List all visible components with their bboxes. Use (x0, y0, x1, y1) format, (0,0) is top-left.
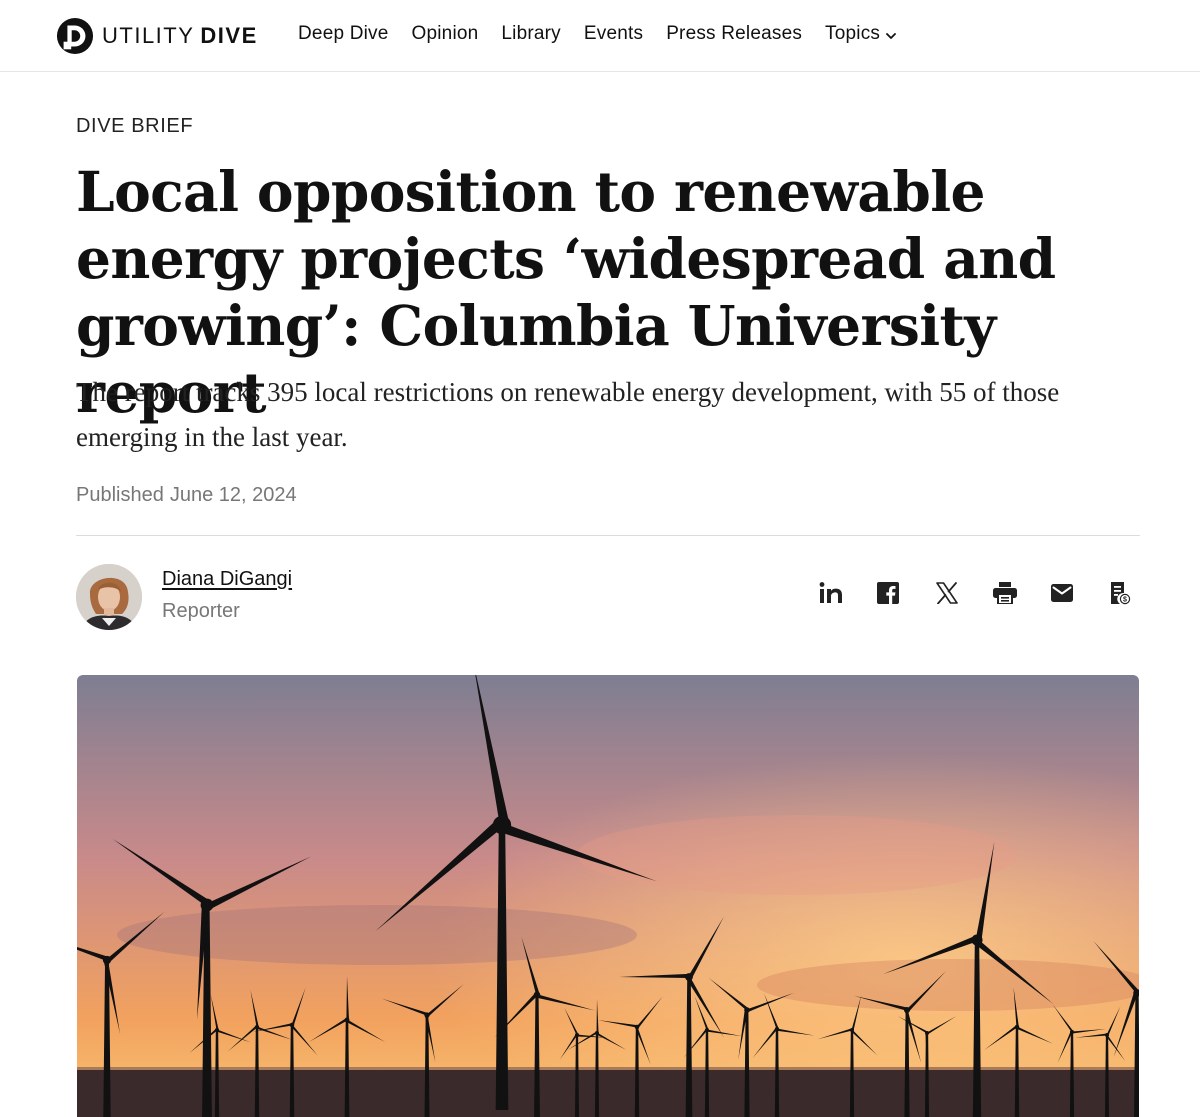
turbine-hub (850, 1028, 854, 1032)
facebook-icon (877, 582, 899, 604)
turbine-hub (200, 898, 214, 912)
chevron-down-icon (886, 32, 897, 39)
turbine-hub (215, 1028, 219, 1032)
linkedin-icon (819, 582, 842, 603)
share-x-button[interactable] (932, 578, 962, 608)
nav-item-opinion[interactable]: Opinion (412, 23, 479, 45)
turbine-hub (634, 1024, 640, 1030)
nav-item-topics-dropdown[interactable]: Topics (825, 23, 897, 45)
article-kicker: DIVE BRIEF (76, 115, 194, 137)
svg-text:$: $ (1123, 597, 1127, 604)
turbine-hub (1070, 1030, 1074, 1034)
x-icon (936, 582, 958, 604)
author-photo (76, 564, 142, 630)
nav-item-topics-label: Topics (825, 23, 881, 44)
turbine-hub (533, 991, 541, 999)
turbine-hub (595, 1031, 599, 1035)
turbine-hub (685, 973, 693, 981)
wind-turbines-sunset-image (77, 675, 1139, 1117)
turbine-hub (903, 1006, 911, 1014)
top-navigation-bar: UTILITY DIVE Deep Dive Opinion Library E… (0, 0, 1200, 72)
nav-item-events[interactable]: Events (584, 23, 643, 45)
logo-word-dive: DIVE (200, 23, 258, 48)
turbine-hub (774, 1026, 780, 1032)
turbine-hub (289, 1022, 295, 1028)
turbine-hub (1105, 1033, 1109, 1037)
nav-item-press-releases[interactable]: Press Releases (666, 23, 802, 45)
published-date: June 12, 2024 (169, 484, 297, 506)
published-label: Published (76, 484, 164, 506)
turbine-hub (971, 934, 983, 946)
turbine-hub (705, 1028, 709, 1032)
email-icon (1051, 584, 1073, 602)
turbine-hub (344, 1017, 350, 1023)
share-facebook-button[interactable] (873, 578, 903, 608)
nav-item-deep-dive[interactable]: Deep Dive (298, 23, 389, 45)
license-button[interactable]: $ (1105, 578, 1135, 608)
share-linkedin-button[interactable] (816, 578, 846, 608)
turbine-hub (254, 1024, 260, 1030)
nav-item-library[interactable]: Library (501, 23, 560, 45)
logo-word-utility: UTILITY (102, 23, 195, 48)
byline-divider (76, 535, 1140, 536)
turbine-hub (424, 1012, 430, 1018)
author-name-link[interactable]: Diana DiGangi (162, 568, 292, 591)
author-role: Reporter (162, 600, 240, 622)
utility-dive-logo-icon (56, 17, 94, 55)
print-icon (993, 582, 1017, 604)
article-dek: The report tracks 395 local restrictions… (76, 377, 1060, 452)
turbine-hub (925, 1031, 929, 1035)
print-button[interactable] (990, 578, 1020, 608)
turbine-hub (492, 815, 512, 835)
site-logo-text: UTILITY DIVE (102, 23, 258, 49)
license-icon: $ (1111, 582, 1131, 605)
main-nav: Deep Dive Opinion Library Events Press R… (298, 20, 920, 48)
published-line: Published June 12, 2024 (76, 484, 303, 507)
hero-image (77, 675, 1139, 1117)
turbine-hub (1014, 1024, 1020, 1030)
author-avatar[interactable] (76, 564, 142, 630)
turbine-hub (102, 955, 112, 965)
site-logo-link[interactable]: UTILITY DIVE (56, 16, 258, 56)
turbine-hub (575, 1033, 579, 1037)
share-email-button[interactable] (1047, 578, 1077, 608)
turbine-hub (744, 1007, 750, 1013)
